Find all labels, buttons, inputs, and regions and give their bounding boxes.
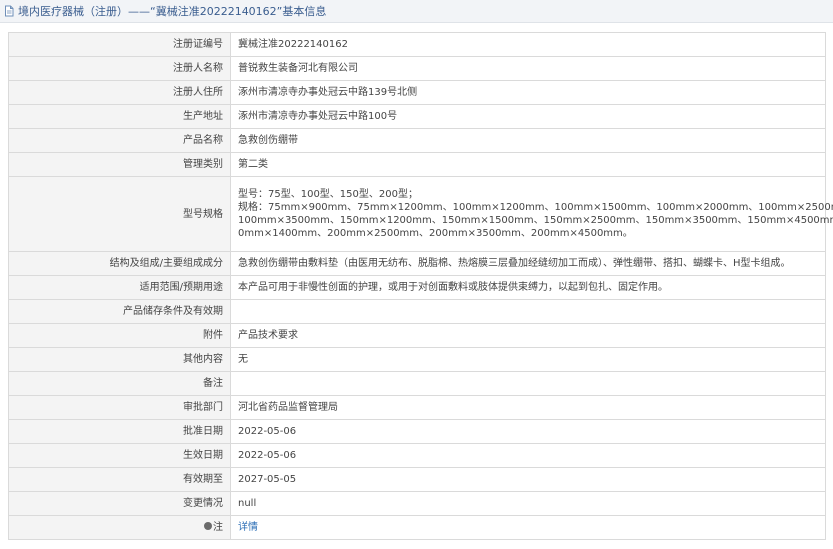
value-storage-validity (230, 299, 826, 324)
value-approval-department: 河北省药品监督管理局 (230, 395, 826, 420)
row-structure-composition: 结构及组成/主要组成成分 急救创伤绷带由敷料垫（由医用无纺布、脱脂棉、热熔膜三层… (8, 251, 826, 276)
row-storage-validity: 产品储存条件及有效期 (8, 299, 826, 324)
value-attachment: 产品技术要求 (230, 323, 826, 348)
value-structure-composition: 急救创伤绷带由敷料垫（由医用无纺布、脱脂棉、热熔膜三层叠加经缝纫加工而成）、弹性… (230, 251, 826, 276)
row-registration-number: 注册证编号 冀械注准20222140162 (8, 32, 826, 57)
label-intended-use: 适用范围/预期用途 (8, 275, 231, 300)
value-other-content: 无 (230, 347, 826, 372)
row-attachment: 附件 产品技术要求 (8, 323, 826, 348)
page-title: 境内医疗器械（注册）——“冀械注准20222140162”基本信息 (18, 5, 327, 18)
label-attachment: 附件 (8, 323, 231, 348)
label-registration-number: 注册证编号 (8, 32, 231, 57)
value-registrant-name: 普锐救生装备河北有限公司 (230, 56, 826, 81)
value-approval-date: 2022-05-06 (230, 419, 826, 444)
label-change-status: 变更情况 (8, 491, 231, 516)
model-spec-line: 规格：75mm×900mm、75mm×1200mm、100mm×1200mm、1… (238, 202, 833, 213)
value-production-address: 涿州市清凉寺办事处冠云中路100号 (230, 104, 826, 129)
value-note: 详情 (230, 515, 826, 540)
value-valid-until: 2027-05-05 (230, 467, 826, 492)
info-table-container: 注册证编号 冀械注准20222140162 注册人名称 普锐救生装备河北有限公司… (8, 32, 833, 540)
value-registration-number: 冀械注准20222140162 (230, 32, 826, 57)
label-approval-date: 批准日期 (8, 419, 231, 444)
row-other-content: 其他内容 无 (8, 347, 826, 372)
info-table: 注册证编号 冀械注准20222140162 注册人名称 普锐救生装备河北有限公司… (8, 32, 833, 540)
label-management-class: 管理类别 (8, 152, 231, 177)
model-spec-line: 型号：75型、100型、150型、200型； (238, 189, 418, 200)
value-effective-date: 2022-05-06 (230, 443, 826, 468)
row-management-class: 管理类别 第二类 (8, 152, 826, 177)
label-production-address: 生产地址 (8, 104, 231, 129)
label-product-name: 产品名称 (8, 128, 231, 153)
model-spec-line: 100mm×3500mm、150mm×1200mm、150mm×1500mm、1… (238, 215, 833, 226)
label-note: 注 (8, 515, 231, 540)
row-effective-date: 生效日期 2022-05-06 (8, 443, 826, 468)
label-other-content: 其他内容 (8, 347, 231, 372)
label-note-text: 注 (213, 522, 223, 533)
row-remarks: 备注 (8, 371, 826, 396)
label-structure-composition: 结构及组成/主要组成成分 (8, 251, 231, 276)
row-note: 注 详情 (8, 515, 826, 540)
row-valid-until: 有效期至 2027-05-05 (8, 467, 826, 492)
row-intended-use: 适用范围/预期用途 本产品可用于非慢性创面的护理，或用于对创面敷料或肢体提供束缚… (8, 275, 826, 300)
label-effective-date: 生效日期 (8, 443, 231, 468)
page-header: 境内医疗器械（注册）——“冀械注准20222140162”基本信息 (0, 0, 833, 23)
row-production-address: 生产地址 涿州市清凉寺办事处冠云中路100号 (8, 104, 826, 129)
row-registrant-address: 注册人住所 涿州市清凉寺办事处冠云中路139号北侧 (8, 80, 826, 105)
model-spec-line: 0mm×1400mm、200mm×2500mm、200mm×3500mm、200… (238, 228, 633, 239)
row-approval-department: 审批部门 河北省药品监督管理局 (8, 395, 826, 420)
value-intended-use: 本产品可用于非慢性创面的护理，或用于对创面敷料或肢体提供束缚力，以起到包扎、固定… (230, 275, 826, 300)
row-model-spec: 型号规格 型号：75型、100型、150型、200型； 规格：75mm×900m… (8, 176, 833, 252)
value-model-spec: 型号：75型、100型、150型、200型； 规格：75mm×900mm、75m… (230, 176, 833, 252)
label-registrant-address: 注册人住所 (8, 80, 231, 105)
value-registrant-address: 涿州市清凉寺办事处冠云中路139号北侧 (230, 80, 826, 105)
value-management-class: 第二类 (230, 152, 826, 177)
row-product-name: 产品名称 急救创伤绷带 (8, 128, 826, 153)
label-model-spec: 型号规格 (8, 176, 231, 252)
label-storage-validity: 产品储存条件及有效期 (8, 299, 231, 324)
label-registrant-name: 注册人名称 (8, 56, 231, 81)
row-registrant-name: 注册人名称 普锐救生装备河北有限公司 (8, 56, 826, 81)
label-approval-department: 审批部门 (8, 395, 231, 420)
value-change-status: null (230, 491, 826, 516)
value-product-name: 急救创伤绷带 (230, 128, 826, 153)
label-remarks: 备注 (8, 371, 231, 396)
row-approval-date: 批准日期 2022-05-06 (8, 419, 826, 444)
row-change-status: 变更情况 null (8, 491, 826, 516)
details-link[interactable]: 详情 (238, 522, 258, 533)
document-icon (3, 5, 15, 17)
label-valid-until: 有效期至 (8, 467, 231, 492)
value-remarks (230, 371, 826, 396)
pin-icon (204, 522, 212, 530)
